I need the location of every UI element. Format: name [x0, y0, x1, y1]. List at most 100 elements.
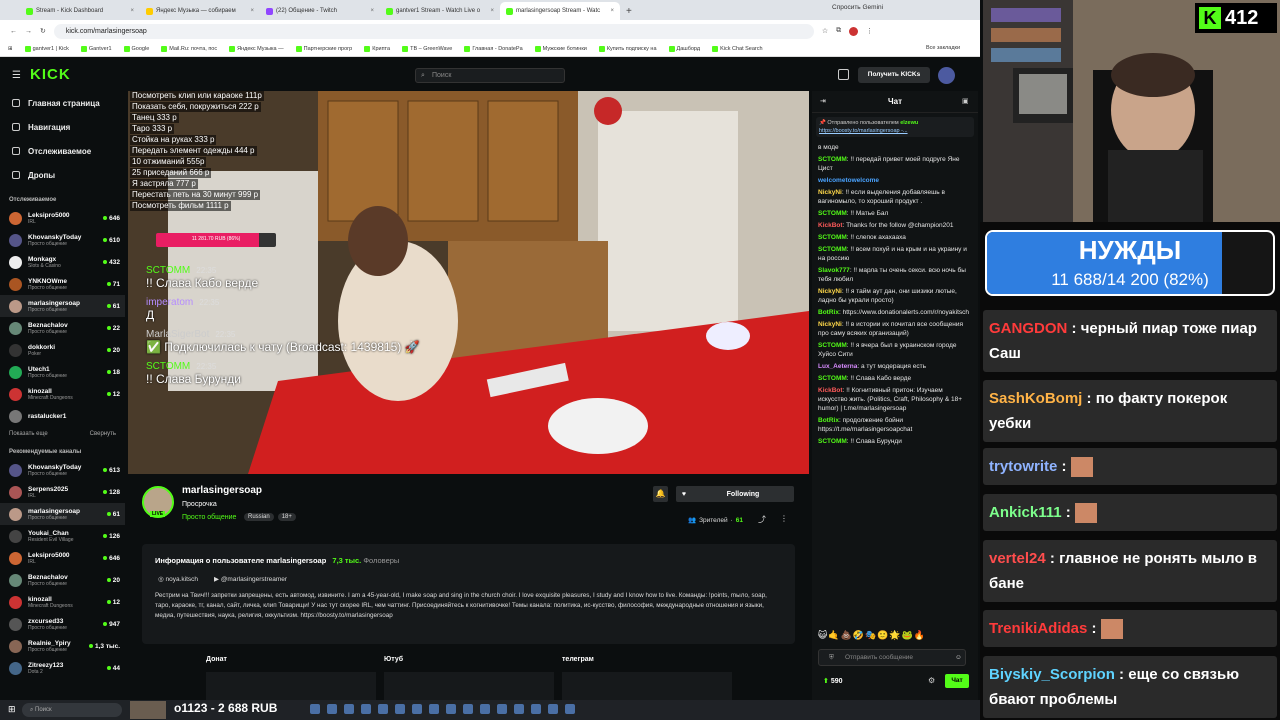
game-icon[interactable] — [480, 704, 490, 714]
browser-tab[interactable]: gantver1 Stream - Watch Live o × — [380, 2, 500, 20]
emoji-icon[interactable]: ☺ — [955, 650, 962, 665]
channel-name[interactable]: marlasingersoap — [182, 485, 262, 496]
tab-close-icon[interactable]: × — [370, 8, 374, 14]
chat-username[interactable]: KickBot — [818, 222, 843, 229]
nav-item[interactable]: Дропы — [0, 163, 125, 187]
bookmark-item[interactable]: Google — [123, 46, 149, 52]
emote-bar[interactable]: 😺🤙💩🤣🎭🙂🌟🐸🔥 — [818, 630, 974, 644]
bookmark-item[interactable]: Mail.Ru: почта, пос — [161, 46, 217, 52]
bookmark-item[interactable]: Яндекс Музыка — — [229, 46, 284, 52]
star-icon[interactable]: ☆ — [822, 27, 828, 35]
kick-logo[interactable]: KICK — [30, 66, 71, 83]
taskbar-search[interactable]: ⌕ Поиск — [22, 703, 122, 717]
nav-item[interactable]: Отслеживаемое — [0, 139, 125, 163]
hamburger-icon[interactable]: ☰ — [12, 70, 21, 81]
chrome-icon[interactable] — [446, 704, 456, 714]
sidebar-channel[interactable]: KhovanskyToday Просто общение 613 — [0, 459, 125, 481]
menu-icon[interactable]: ⋮ — [866, 27, 873, 35]
bookmark-item[interactable]: Мужские ботинки — [534, 46, 587, 52]
browser-icon[interactable] — [310, 704, 320, 714]
hotkey-icon[interactable] — [463, 704, 473, 714]
chat-username[interactable]: Slavok777 — [818, 267, 850, 274]
video-player[interactable]: Посмотреть клип или караоке 111р Показать… — [128, 91, 809, 474]
chat-username[interactable]: SCTOMM — [818, 438, 847, 445]
bookmark-item[interactable]: gantver1 | Kick — [24, 46, 69, 52]
files-icon[interactable] — [344, 704, 354, 714]
channel-points[interactable]: ⬆ 590 — [823, 677, 843, 685]
chat-username[interactable]: SCTOMM — [818, 246, 847, 253]
gemini-button[interactable]: Спросить Gemini — [832, 4, 883, 11]
tab-close-icon[interactable]: × — [250, 8, 254, 14]
bell-icon[interactable]: 🔔 — [653, 486, 668, 502]
terminal-icon[interactable] — [378, 704, 388, 714]
tab-close-icon[interactable]: × — [130, 8, 134, 14]
obs-icon[interactable] — [429, 704, 439, 714]
chat-username[interactable]: NickyNi — [818, 288, 842, 295]
bookmark-item[interactable]: TB – GreenWave — [402, 46, 452, 52]
sidebar-channel[interactable]: Utech1 Просто общение 18 — [0, 361, 125, 383]
sidebar-channel[interactable]: marlasingersoap Просто общение 61 — [0, 503, 125, 525]
sidebar-channel[interactable]: marlasingersoap Просто общение 61 — [0, 295, 125, 317]
bookmark-item[interactable]: Gantver1 — [80, 46, 112, 52]
get-kicks-button[interactable]: Получить KICKs — [858, 67, 930, 83]
chat-username[interactable]: NickyNi — [818, 189, 842, 196]
sidebar-channel[interactable]: Beznachalov Просто общение 20 — [0, 569, 125, 591]
sidebar-channel[interactable]: kinozall Minecraft Dungeons 12 — [0, 591, 125, 613]
sidebar-channel[interactable]: zxcursed33 Просто общение 947 — [0, 613, 125, 635]
edge-icon[interactable] — [327, 704, 337, 714]
browser-tab[interactable]: (22) Общение - Twitch × — [260, 2, 380, 20]
send-chat-button[interactable]: Чат — [945, 674, 969, 688]
tab-close-icon[interactable]: × — [610, 8, 614, 14]
reload-icon[interactable]: ↻ — [40, 27, 46, 35]
chat-username[interactable]: BotRix — [818, 417, 839, 424]
bookmark-item[interactable]: Главная - DonatePa — [464, 46, 523, 52]
collapse-link[interactable]: Свернуть — [90, 431, 116, 437]
stream-tag[interactable]: Russian — [244, 513, 274, 521]
chat-username[interactable]: SCTOMM — [818, 375, 847, 382]
user-avatar[interactable] — [938, 67, 955, 84]
sidebar-channel[interactable]: Beznachalov Просто общение 22 — [0, 317, 125, 339]
telegram-icon[interactable] — [497, 704, 507, 714]
chrome-icon[interactable] — [548, 704, 558, 714]
apps-icon[interactable]: ⊞ — [8, 46, 13, 52]
forward-icon[interactable]: → — [25, 28, 32, 35]
show-more-link[interactable]: Показать еще — [9, 431, 48, 437]
media-icon[interactable] — [565, 704, 575, 714]
bookmark-item[interactable]: Крипта — [364, 46, 390, 52]
browser-tab[interactable]: marlasingersoap Stream - Watc × — [500, 2, 620, 20]
sidebar-channel[interactable]: YNKNOWme Просто общение 71 — [0, 273, 125, 295]
stream-tag[interactable]: 18+ — [277, 513, 296, 521]
tab-close-icon[interactable]: × — [490, 8, 494, 14]
pinned-message[interactable]: 📌 Отправлено пользователем elzewu https:… — [816, 117, 974, 137]
chat-username[interactable]: Lux_Aeterna — [818, 363, 857, 370]
instagram-link[interactable]: ◎ noya.kitsch — [158, 575, 198, 583]
chat-username[interactable]: welcometowelcome — [818, 177, 879, 184]
pinned-link[interactable]: https://boosty.to/marlasingersoap -... — [819, 128, 971, 134]
browser-tab[interactable]: Stream - Kick Dashboard × — [20, 2, 140, 20]
sidebar-channel[interactable]: dokkorki Poker 20 — [0, 339, 125, 361]
sidebar-channel[interactable]: Leksipro5000 IRL 646 — [0, 207, 125, 229]
chat-username[interactable]: BotRix — [818, 309, 839, 316]
windows-start-icon[interactable]: ⊞ — [8, 704, 16, 715]
library-icon[interactable] — [838, 69, 849, 80]
chat-username[interactable]: KickBot — [818, 387, 843, 394]
taskbar-thumbnail[interactable] — [130, 701, 166, 719]
bookmark-item[interactable]: Купить подписку на — [598, 46, 657, 52]
nav-item[interactable]: Навигация — [0, 115, 125, 139]
sidebar-channel[interactable]: kinozall Minecraft Dungeons 12 — [0, 383, 125, 405]
sidebar-channel[interactable]: Youkai_Chan Resident Evil Village 126 — [0, 525, 125, 547]
share-icon[interactable]: ⤴ — [758, 514, 766, 525]
chat-username[interactable]: SCTOMM — [818, 156, 847, 163]
chat-gear-icon[interactable]: ⚙ — [928, 676, 935, 685]
chat-input[interactable]: ⛨ Отправить сообщение ☺ — [818, 649, 966, 666]
url-field[interactable]: kick.com/marlasingersoap — [53, 23, 814, 39]
vpn-icon[interactable] — [514, 704, 524, 714]
profile-icon[interactable] — [849, 26, 859, 36]
store-icon[interactable] — [361, 704, 371, 714]
chat-username[interactable]: SCTOMM — [818, 342, 847, 349]
settings-icon[interactable] — [531, 704, 541, 714]
sidebar-channel[interactable]: Leksipro5000 IRL 646 — [0, 547, 125, 569]
sidebar-channel[interactable]: Monkagx Slots & Casino 432 — [0, 251, 125, 273]
chat-username[interactable]: NickyNi — [818, 321, 842, 328]
back-icon[interactable]: ← — [10, 28, 17, 35]
